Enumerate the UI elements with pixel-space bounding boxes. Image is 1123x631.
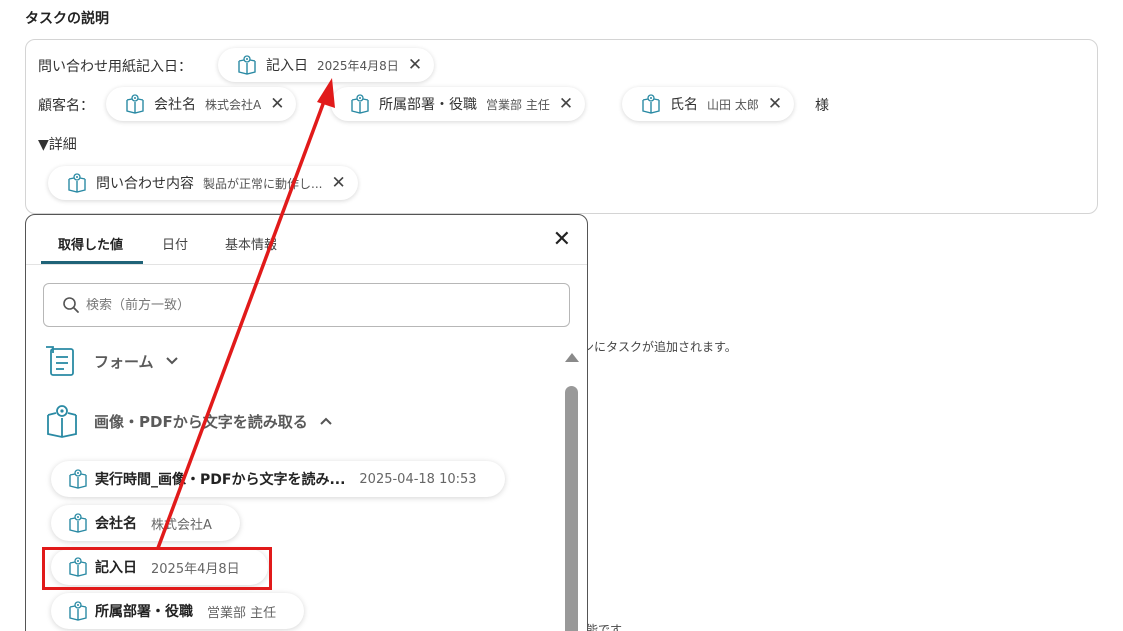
honorific-suffix: 様 xyxy=(815,98,829,114)
book-with-target-icon xyxy=(349,93,371,115)
chip-date[interactable]: 記入日 2025年4月8日 ✕ xyxy=(218,48,435,82)
chip-person-name: 氏名 xyxy=(670,97,698,113)
scrollbar-thumb[interactable] xyxy=(565,386,578,631)
chip-company[interactable]: 会社名 株式会社A ✕ xyxy=(106,87,297,121)
chip-inquiry-remove-icon[interactable]: ✕ xyxy=(331,174,345,192)
chip-date-name: 記入日 xyxy=(266,58,308,74)
tab-basic-info[interactable]: 基本情報 xyxy=(225,234,277,253)
book-with-target-icon xyxy=(236,54,258,76)
group-form[interactable]: フォーム xyxy=(44,343,178,379)
book-with-target-icon xyxy=(67,512,89,534)
group-form-title: フォーム xyxy=(94,352,154,371)
background-hint-text: ンにタスクが追加されます。 xyxy=(582,340,737,354)
book-with-target-icon xyxy=(44,403,80,439)
list-item-name: 実行時間_画像・PDFから文字を読み... xyxy=(95,472,346,488)
search-input[interactable] xyxy=(86,297,506,313)
chip-inquiry[interactable]: 問い合わせ内容 製品が正常に動作し... ✕ xyxy=(48,166,358,200)
chip-inquiry-value: 製品が正常に動作し... xyxy=(203,176,323,191)
chip-date-remove-icon[interactable]: ✕ xyxy=(408,56,422,74)
chip-company-remove-icon[interactable]: ✕ xyxy=(270,95,284,113)
chip-dept[interactable]: 所属部署・役職 営業部 主任 ✕ xyxy=(331,87,586,121)
book-with-target-icon xyxy=(640,93,662,115)
customer-name-label: 顧客名： xyxy=(38,98,94,114)
close-icon[interactable]: ✕ xyxy=(553,229,571,251)
inquiry-date-label: 問い合わせ用紙記入日： xyxy=(38,59,192,75)
list-item-company[interactable]: 会社名 株式会社A xyxy=(51,505,240,541)
chevron-up-icon[interactable] xyxy=(319,414,332,428)
chip-person[interactable]: 氏名 山田 太郎 ✕ xyxy=(622,87,795,121)
list-item-name: 会社名 xyxy=(95,516,137,532)
tab-date[interactable]: 日付 xyxy=(162,234,188,253)
list-item-value: 株式会社A xyxy=(151,517,212,533)
book-with-target-icon xyxy=(67,468,89,490)
chip-person-remove-icon[interactable]: ✕ xyxy=(768,95,782,113)
list-item-name: 記入日 xyxy=(95,560,137,576)
list-item-value: 営業部 主任 xyxy=(207,605,277,621)
details-label: ▼詳細 xyxy=(38,137,77,153)
book-with-target-icon xyxy=(124,93,146,115)
book-with-target-icon xyxy=(67,600,89,622)
chip-dept-value: 営業部 主任 xyxy=(486,97,550,112)
chip-date-value: 2025年4月8日 xyxy=(317,58,399,73)
list-item-entry-date[interactable]: 記入日 2025年4月8日 xyxy=(51,549,268,585)
book-with-target-icon xyxy=(67,556,89,578)
scroll-up-arrow-icon[interactable] xyxy=(565,351,579,365)
chip-company-name: 会社名 xyxy=(154,97,196,113)
chip-inquiry-name: 問い合わせ内容 xyxy=(96,176,194,192)
value-picker-panel: 取得した値 日付 基本情報 ✕ フォーム 画像・PDFから文字を読み取る xyxy=(25,214,588,631)
background-hint-text-2: 能です。 xyxy=(586,623,633,631)
picker-tabs: 取得した値 日付 基本情報 ✕ xyxy=(26,215,587,265)
tab-acquired-values[interactable]: 取得した値 xyxy=(58,234,123,253)
group-ocr-title: 画像・PDFから文字を読み取る xyxy=(94,412,308,431)
chip-dept-name: 所属部署・役職 xyxy=(379,97,477,113)
section-title: タスクの説明 xyxy=(25,11,109,27)
list-item-execution-time[interactable]: 実行時間_画像・PDFから文字を読み... 2025-04-18 10:53 xyxy=(51,461,505,497)
active-tab-indicator xyxy=(41,261,143,264)
chevron-down-icon[interactable] xyxy=(165,354,178,368)
list-item-value: 2025-04-18 10:53 xyxy=(359,471,477,487)
form-document-icon xyxy=(44,343,80,379)
group-ocr[interactable]: 画像・PDFから文字を読み取る xyxy=(44,403,332,439)
list-item-dept[interactable]: 所属部署・役職 営業部 主任 xyxy=(51,593,305,629)
list-item-value: 2025年4月8日 xyxy=(151,561,240,577)
search-icon xyxy=(62,296,80,314)
list-item-name: 所属部署・役職 xyxy=(95,604,193,620)
chip-company-value: 株式会社A xyxy=(205,97,262,112)
search-box[interactable] xyxy=(43,283,570,327)
chip-person-value: 山田 太郎 xyxy=(707,97,759,112)
book-with-target-icon xyxy=(66,172,88,194)
chip-dept-remove-icon[interactable]: ✕ xyxy=(559,95,573,113)
